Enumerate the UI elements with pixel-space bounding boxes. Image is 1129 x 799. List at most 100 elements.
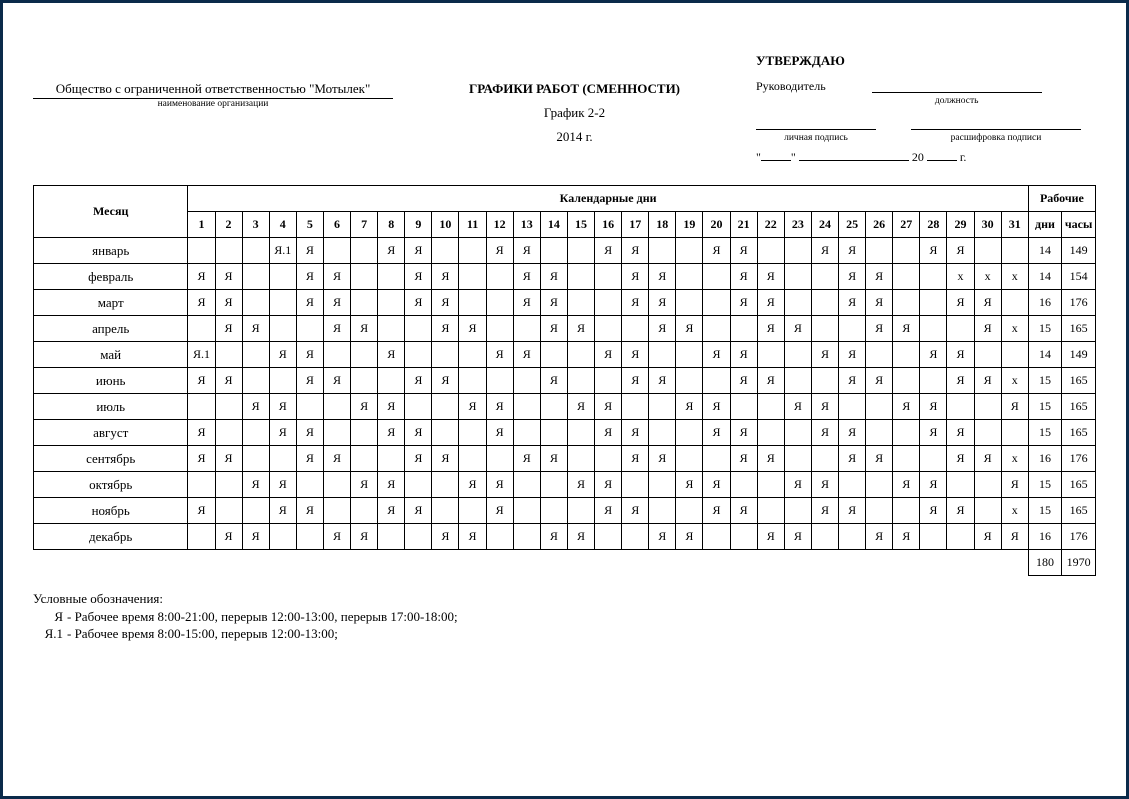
table-row: июньЯЯЯЯЯЯЯЯЯЯЯЯЯЯЯx15165 bbox=[34, 368, 1096, 394]
day-cell bbox=[459, 368, 486, 394]
day-number-header: 16 bbox=[595, 212, 622, 238]
legend-text: - Рабочее время 8:00-21:00, перерыв 12:0… bbox=[67, 608, 458, 626]
day-number-header: 30 bbox=[974, 212, 1001, 238]
day-cell: Я bbox=[242, 316, 269, 342]
legend-item: Я.1 - Рабочее время 8:00-15:00, перерыв … bbox=[33, 625, 1096, 643]
table-row: августЯЯЯЯЯЯЯЯЯЯЯЯЯЯ15165 bbox=[34, 420, 1096, 446]
approve-role: Руководитель должность bbox=[756, 79, 1096, 106]
day-cell bbox=[405, 524, 432, 550]
row-days-total: 15 bbox=[1028, 316, 1061, 342]
day-cell: Я bbox=[432, 524, 459, 550]
day-cell bbox=[947, 394, 974, 420]
day-cell bbox=[269, 264, 296, 290]
day-cell: Я bbox=[757, 290, 784, 316]
day-cell: Я bbox=[595, 342, 622, 368]
day-cell bbox=[676, 238, 703, 264]
day-cell: Я bbox=[432, 264, 459, 290]
day-cell bbox=[513, 498, 540, 524]
day-cell bbox=[242, 368, 269, 394]
day-cell bbox=[866, 394, 893, 420]
day-cell bbox=[296, 524, 323, 550]
row-days-total: 14 bbox=[1028, 264, 1061, 290]
day-cell: x bbox=[947, 264, 974, 290]
day-cell: Я bbox=[703, 420, 730, 446]
day-cell bbox=[296, 316, 323, 342]
day-cell: Я bbox=[188, 446, 215, 472]
day-cell bbox=[920, 290, 947, 316]
day-cell: Я bbox=[730, 420, 757, 446]
day-cell: Я bbox=[486, 394, 513, 420]
day-cell: Я bbox=[459, 472, 486, 498]
day-cell bbox=[784, 446, 811, 472]
day-cell: Я bbox=[676, 524, 703, 550]
day-cell bbox=[811, 368, 838, 394]
day-cell bbox=[513, 524, 540, 550]
days-sum-header: дни bbox=[1028, 212, 1061, 238]
day-cell: Я bbox=[757, 264, 784, 290]
day-cell bbox=[947, 524, 974, 550]
legend-block: Условные обозначения: Я - Рабочее время … bbox=[33, 590, 1096, 643]
month-cell: декабрь bbox=[34, 524, 188, 550]
month-cell: сентябрь bbox=[34, 446, 188, 472]
day-cell: Я bbox=[649, 368, 676, 394]
day-cell: Я bbox=[839, 498, 866, 524]
day-cell: Я bbox=[323, 368, 350, 394]
day-cell: Я bbox=[920, 342, 947, 368]
day-cell bbox=[974, 238, 1001, 264]
day-cell bbox=[432, 394, 459, 420]
day-cell bbox=[649, 472, 676, 498]
day-cell bbox=[649, 342, 676, 368]
day-cell: Я bbox=[649, 524, 676, 550]
day-cell bbox=[351, 290, 378, 316]
day-number-header: 5 bbox=[296, 212, 323, 238]
day-cell: Я bbox=[540, 264, 567, 290]
day-cell bbox=[811, 290, 838, 316]
day-cell bbox=[947, 316, 974, 342]
day-cell: Я bbox=[649, 446, 676, 472]
day-cell: x bbox=[1001, 264, 1028, 290]
day-cell: Я bbox=[296, 498, 323, 524]
day-cell bbox=[595, 524, 622, 550]
day-cell: Я bbox=[540, 290, 567, 316]
day-cell: Я bbox=[622, 498, 649, 524]
day-number-header: 19 bbox=[676, 212, 703, 238]
day-cell: Я bbox=[486, 498, 513, 524]
day-cell bbox=[649, 238, 676, 264]
day-cell bbox=[540, 342, 567, 368]
day-cell: Я bbox=[540, 446, 567, 472]
day-number-header: 15 bbox=[567, 212, 594, 238]
day-cell: Я bbox=[486, 342, 513, 368]
day-cell bbox=[893, 368, 920, 394]
day-number-header: 27 bbox=[893, 212, 920, 238]
month-header: Месяц bbox=[34, 186, 188, 238]
day-cell bbox=[866, 420, 893, 446]
approval-block: УТВЕРЖДАЮ Руководитель должность личная … bbox=[756, 53, 1096, 165]
day-cell bbox=[595, 368, 622, 394]
day-cell bbox=[703, 368, 730, 394]
day-cell: Я bbox=[378, 394, 405, 420]
day-cell bbox=[676, 420, 703, 446]
day-cell bbox=[676, 498, 703, 524]
day-cell: Я bbox=[296, 368, 323, 394]
month-cell: март bbox=[34, 290, 188, 316]
day-cell: Я bbox=[947, 420, 974, 446]
day-cell bbox=[296, 472, 323, 498]
day-number-header: 9 bbox=[405, 212, 432, 238]
day-cell bbox=[269, 524, 296, 550]
day-cell: Я bbox=[622, 264, 649, 290]
day-cell bbox=[188, 524, 215, 550]
day-cell bbox=[676, 342, 703, 368]
day-cell: Я bbox=[405, 290, 432, 316]
table-row: ноябрьЯЯЯЯЯЯЯЯЯЯЯЯЯЯx15165 bbox=[34, 498, 1096, 524]
legend-text: - Рабочее время 8:00-15:00, перерыв 12:0… bbox=[67, 625, 338, 643]
table-row: мартЯЯЯЯЯЯЯЯЯЯЯЯЯЯЯЯ16176 bbox=[34, 290, 1096, 316]
day-cell: Я bbox=[676, 316, 703, 342]
day-cell bbox=[757, 472, 784, 498]
day-cell: Я bbox=[784, 524, 811, 550]
day-cell: Я bbox=[1001, 524, 1028, 550]
day-cell: Я bbox=[405, 446, 432, 472]
day-cell: Я bbox=[920, 498, 947, 524]
day-cell bbox=[188, 238, 215, 264]
day-cell bbox=[649, 498, 676, 524]
day-cell bbox=[351, 342, 378, 368]
